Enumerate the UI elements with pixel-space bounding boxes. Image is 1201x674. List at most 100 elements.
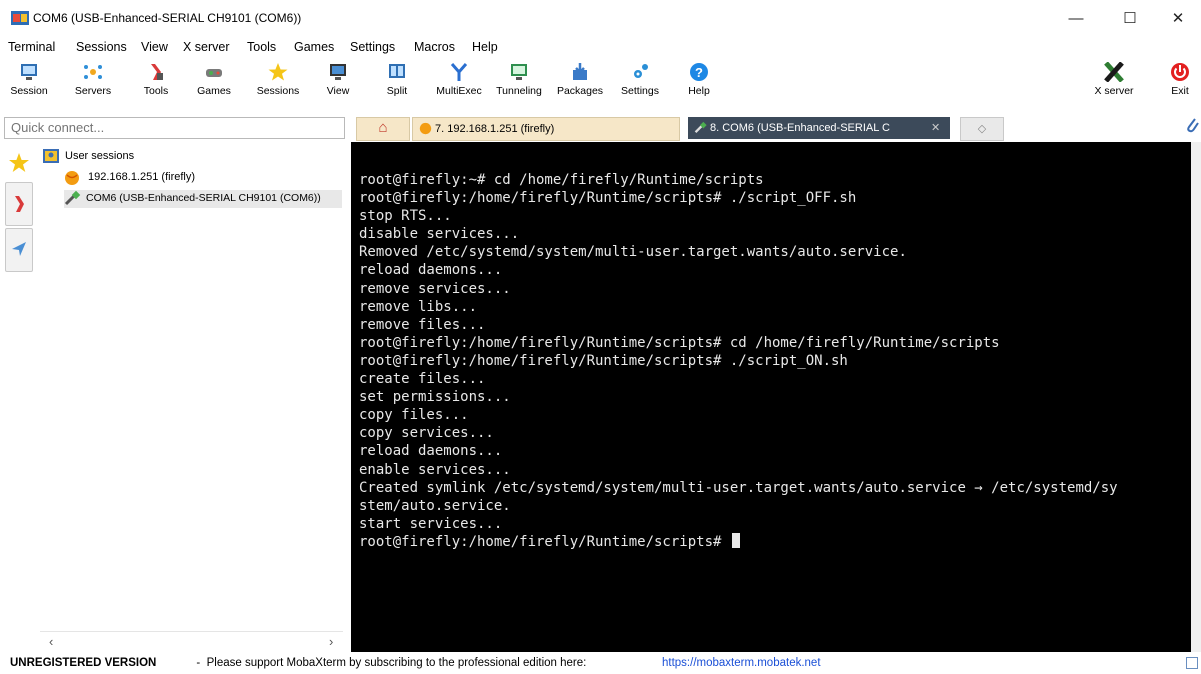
- terminal-line: remove libs...: [359, 298, 478, 315]
- menu-games[interactable]: Games: [294, 40, 334, 54]
- multiexec-button[interactable]: MultiExec: [430, 60, 488, 106]
- multiexec-icon: [450, 63, 468, 81]
- tools-side-tab[interactable]: [5, 182, 33, 226]
- sidebar-strip: [0, 142, 40, 652]
- sessions-star-icon: [268, 63, 288, 81]
- terminal-output[interactable]: root@firefly:~# cd /home/firefly/Runtime…: [351, 142, 1191, 652]
- window-title: COM6 (USB-Enhanced-SERIAL CH9101 (COM6)): [33, 11, 302, 25]
- terminal-line: root@firefly:/home/firefly/Runtime/scrip…: [359, 190, 857, 207]
- quick-connect-box: [4, 117, 347, 139]
- toolbar-label: Session: [10, 85, 48, 97]
- menu-sessions[interactable]: Sessions: [76, 40, 127, 54]
- menu-x-server[interactable]: X server: [183, 40, 230, 54]
- toolbar-label: Split: [386, 85, 408, 97]
- status-monitor-icon: [1186, 657, 1198, 669]
- terminal-prompt-line: root@firefly:/home/firefly/Runtime/scrip…: [359, 532, 1189, 551]
- terminal-line: Removed /etc/systemd/system/multi-user.t…: [359, 244, 907, 261]
- tools-icon: [15, 196, 24, 212]
- terminal-line: stop RTS...: [359, 208, 452, 225]
- home-tab[interactable]: ⌂: [356, 117, 410, 141]
- games-icon: [206, 69, 222, 77]
- tree-root-label: User sessions: [65, 150, 135, 162]
- tools-icon: [151, 64, 163, 80]
- menu-terminal[interactable]: Terminal: [8, 40, 55, 54]
- serial-plug-icon: [64, 190, 81, 206]
- terminal-line: reload daemons...: [359, 443, 503, 460]
- terminal-vertical-scrollbar[interactable]: [1191, 142, 1201, 652]
- menu-tools[interactable]: Tools: [247, 40, 276, 54]
- serial-plug-icon: [694, 121, 707, 133]
- servers-button[interactable]: Servers: [68, 60, 118, 106]
- settings-button[interactable]: Settings: [614, 60, 666, 106]
- mobaxterm-app-icon: [11, 11, 29, 25]
- close-window-button[interactable]: ✕: [1155, 4, 1201, 34]
- tab-com6-active[interactable]: 8. COM6 (USB-Enhanced-SERIAL C ✕: [688, 117, 950, 139]
- exit-icon: [1171, 63, 1189, 81]
- tab-label: 8. COM6 (USB-Enhanced-SERIAL C: [710, 122, 890, 134]
- toolbar-label: X server: [1094, 85, 1134, 97]
- tree-item-com6[interactable]: COM6 (USB-Enhanced-SERIAL CH9101 (COM6)): [64, 190, 342, 208]
- menu-bar: Terminal Sessions View X server Tools Ga…: [0, 38, 1201, 58]
- new-tab-button[interactable]: ◇: [960, 117, 1004, 141]
- sessions-horizontal-scrollbar[interactable]: ‹ ›: [40, 631, 343, 651]
- terminal-prompt: root@firefly:/home/firefly/Runtime/scrip…: [359, 533, 730, 550]
- split-icon: [389, 64, 405, 78]
- svg-text:?: ?: [695, 65, 703, 80]
- tunneling-button[interactable]: Tunneling: [488, 60, 550, 106]
- packages-button[interactable]: Packages: [553, 60, 607, 106]
- firefly-session-icon: [65, 171, 79, 185]
- macros-side-tab[interactable]: [5, 228, 33, 272]
- toolbar-label: Tools: [143, 85, 169, 97]
- scroll-right-arrow-icon[interactable]: ›: [329, 634, 333, 649]
- toolbar-label: Settings: [621, 85, 659, 97]
- terminal-line: Created symlink /etc/systemd/system/mult…: [359, 479, 1118, 496]
- menu-help[interactable]: Help: [472, 40, 498, 54]
- menu-macros[interactable]: Macros: [414, 40, 455, 54]
- terminal-line: root@firefly:~# cd /home/firefly/Runtime…: [359, 172, 764, 188]
- view-button[interactable]: View: [318, 60, 358, 106]
- title-bar: COM6 (USB-Enhanced-SERIAL CH9101 (COM6))…: [0, 0, 1201, 38]
- unregistered-label: UNREGISTERED VERSION: [10, 657, 157, 669]
- quick-connect-input[interactable]: [5, 118, 347, 136]
- x-server-button[interactable]: X server: [1090, 60, 1138, 106]
- menu-settings[interactable]: Settings: [350, 40, 395, 54]
- view-icon: [330, 64, 346, 80]
- sessions-star-icon[interactable]: [8, 152, 30, 174]
- session-button[interactable]: Session: [6, 60, 52, 106]
- toolbar-label: View: [326, 85, 350, 97]
- tools-button[interactable]: Tools: [134, 60, 178, 106]
- terminal-line: copy files...: [359, 407, 469, 424]
- terminal-cursor: [731, 532, 740, 548]
- session-icon: [21, 64, 37, 80]
- maximize-button[interactable]: ☐: [1107, 4, 1153, 34]
- toolbar-label: Tunneling: [496, 85, 542, 97]
- toolbar-label: Sessions: [256, 85, 300, 97]
- firefly-session-icon: [419, 122, 432, 135]
- terminal-line: disable services...: [359, 226, 520, 243]
- close-tab-icon[interactable]: ✕: [931, 117, 940, 139]
- tunneling-icon: [511, 64, 527, 80]
- sessions-button[interactable]: Sessions: [252, 60, 304, 106]
- send-icon: [12, 242, 26, 256]
- mobaxterm-link[interactable]: https://mobaxterm.mobatek.net: [662, 652, 821, 674]
- minimize-button[interactable]: —: [1053, 4, 1099, 34]
- tab-firefly[interactable]: 7. 192.168.1.251 (firefly): [412, 117, 680, 141]
- status-bar: UNREGISTERED VERSION - Please support Mo…: [0, 652, 1201, 674]
- tab-label: 7. 192.168.1.251 (firefly): [435, 123, 555, 135]
- terminal-line: start services...: [359, 515, 503, 532]
- help-button[interactable]: ? Help: [684, 60, 714, 106]
- menu-view[interactable]: View: [141, 40, 168, 54]
- terminal-line: stem/auto.service.: [359, 497, 511, 514]
- games-button[interactable]: Games: [192, 60, 236, 106]
- split-button[interactable]: Split: [378, 60, 416, 106]
- sessions-tree: User sessions 192.168.1.251 (firefly) CO…: [40, 142, 343, 652]
- settings-icon: [634, 64, 648, 78]
- session-tab-bar: ⌂ 7. 192.168.1.251 (firefly) 8. COM6 (US…: [350, 113, 1201, 141]
- toolbar: Session Servers Tools Games Sessions Vie…: [0, 58, 1201, 110]
- toolbar-label: Games: [197, 85, 231, 97]
- attachment-icon[interactable]: [1184, 115, 1200, 135]
- status-message: - Please support MobaXterm by subscribin…: [190, 657, 593, 669]
- exit-button[interactable]: Exit: [1163, 60, 1197, 106]
- scroll-left-arrow-icon[interactable]: ‹: [49, 634, 53, 649]
- toolbar-label: Servers: [74, 85, 112, 97]
